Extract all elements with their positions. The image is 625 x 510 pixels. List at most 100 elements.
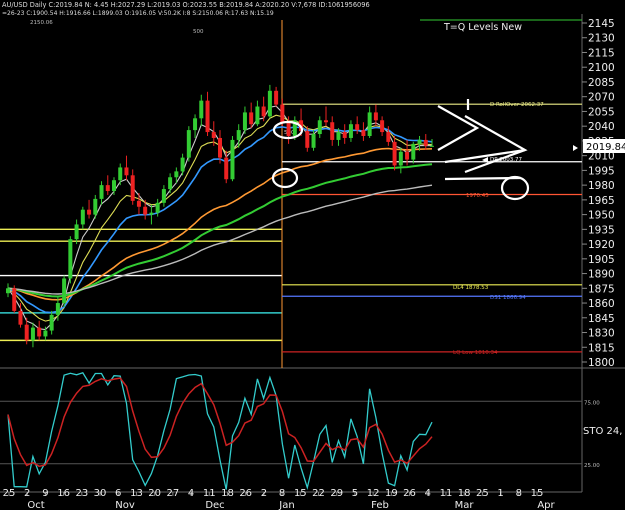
candle-body xyxy=(93,198,98,215)
price-tick-label: 2085 xyxy=(588,77,615,89)
candle-body xyxy=(24,324,29,341)
price-tick-label: 1980 xyxy=(588,180,615,192)
candle-body xyxy=(105,185,110,192)
candle-body xyxy=(380,120,385,133)
month-label: Oct xyxy=(27,500,44,510)
left-label-2150: 2150.06 xyxy=(30,20,53,26)
sto-level-label: 25.00 xyxy=(584,463,600,469)
candle-body xyxy=(68,239,73,279)
candle-body xyxy=(367,112,372,136)
price-tick-label: 1950 xyxy=(588,210,615,222)
candle-body xyxy=(205,100,210,133)
price-tick-label: 1995 xyxy=(588,165,615,177)
date-tick-label: 25 xyxy=(476,488,489,499)
candle-body xyxy=(193,118,198,131)
sto-level-label: 75.00 xyxy=(584,400,600,406)
candle-body xyxy=(49,314,54,331)
candle-body xyxy=(286,122,291,136)
price-tick-label: 1845 xyxy=(588,313,615,325)
date-tick-label: 18 xyxy=(458,488,471,499)
date-tick-label: 20 xyxy=(148,488,161,499)
candle-body xyxy=(267,90,272,117)
month-label: Feb xyxy=(371,500,389,510)
candle-body xyxy=(311,134,316,148)
date-tick-label: 5 xyxy=(352,488,358,499)
date-tick-label: 26 xyxy=(239,488,252,499)
candle-body xyxy=(342,132,347,138)
date-tick-label: 1 xyxy=(497,488,503,499)
candle-body xyxy=(280,104,285,123)
chart: AU/USD Daily C:2019.84 N: 4.45 H:2027.29… xyxy=(0,0,625,510)
candle-body xyxy=(417,139,422,144)
candle-body xyxy=(180,157,185,172)
date-tick-label: 8 xyxy=(516,488,522,499)
candle-body xyxy=(18,310,23,325)
date-tick-label: 2 xyxy=(24,488,30,499)
sto-label: STO 24, xyxy=(583,426,622,437)
price-tick-label: 2040 xyxy=(588,121,615,133)
candle-body xyxy=(143,206,148,215)
header-line2: =26-23 C:1900.54 H:1916.66 L:1899.03 O:1… xyxy=(2,10,274,17)
chart-background xyxy=(0,0,625,510)
candle-body xyxy=(174,171,179,178)
candle-body xyxy=(130,175,135,201)
header-line1: AU/USD Daily C:2019.84 N: 4.45 H:2027.29… xyxy=(2,1,370,9)
date-tick-label: 12 xyxy=(367,488,380,499)
last-price-label: 2019.84 xyxy=(586,142,625,153)
month-label: Jan xyxy=(278,500,294,510)
date-tick-label: 18 xyxy=(221,488,234,499)
candle-body xyxy=(168,177,173,190)
date-tick-label: 6 xyxy=(115,488,121,499)
candle-body xyxy=(242,112,247,131)
candle-body xyxy=(330,122,335,140)
price-tick-label: 2145 xyxy=(588,18,615,30)
candle-body xyxy=(118,167,123,181)
candle-body xyxy=(348,124,353,138)
month-label: Apr xyxy=(537,500,555,510)
ds1-label: DS1 1866.94 xyxy=(490,295,526,301)
level-1970-label: 1970.45 xyxy=(466,193,489,199)
candle-body xyxy=(149,212,154,215)
candle-body xyxy=(261,106,266,117)
date-tick-label: 9 xyxy=(42,488,48,499)
month-label: Nov xyxy=(115,500,135,510)
candle-body xyxy=(255,106,260,125)
date-tick-label: 16 xyxy=(57,488,70,499)
price-tick-label: 1815 xyxy=(588,342,615,354)
price-tick-label: 1800 xyxy=(588,357,615,369)
date-tick-label: 25 xyxy=(3,488,16,499)
candle-body xyxy=(218,137,222,158)
candle-body xyxy=(386,132,391,142)
candle-body xyxy=(74,224,79,240)
price-tick-label: 1860 xyxy=(588,298,615,310)
candle-body xyxy=(55,303,60,315)
date-tick-label: 22 xyxy=(312,488,325,499)
month-label: Mar xyxy=(455,500,475,510)
date-tick-label: 4 xyxy=(425,488,431,499)
candle-body xyxy=(161,189,166,203)
date-tick-label: 29 xyxy=(330,488,343,499)
price-tick-label: 1830 xyxy=(588,328,615,340)
rollover-label: D RollOver 2062.37 xyxy=(490,102,544,108)
candle-body xyxy=(186,130,191,158)
candle-body xyxy=(411,143,416,160)
candle-body xyxy=(6,288,10,294)
candle-body xyxy=(224,157,229,180)
candle-body xyxy=(423,139,428,146)
tq-levels-title: T=Q Levels New xyxy=(443,22,522,33)
candle-body xyxy=(430,145,434,147)
price-tick-label: 1875 xyxy=(588,283,615,295)
candle-body xyxy=(373,112,378,121)
date-tick-label: 15 xyxy=(531,488,544,499)
price-tick-label: 1905 xyxy=(588,254,615,266)
date-tick-label: 8 xyxy=(279,488,285,499)
candle-body xyxy=(236,130,241,140)
price-tick-label: 2115 xyxy=(588,47,615,59)
price-tick-label: 1935 xyxy=(588,224,615,236)
price-tick-label: 1890 xyxy=(588,269,615,281)
price-tick-label: 2055 xyxy=(588,106,615,118)
date-tick-label: 30 xyxy=(94,488,107,499)
candle-body xyxy=(249,112,254,125)
candle-body xyxy=(124,167,129,176)
date-tick-label: 27 xyxy=(166,488,179,499)
